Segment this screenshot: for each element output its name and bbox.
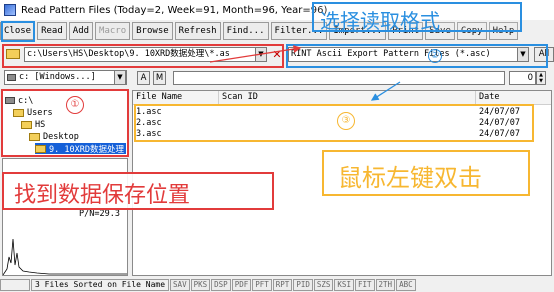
search-input[interactable] [173,71,505,85]
spin-buttons[interactable]: ▲ ▼ [536,71,546,85]
annotation-step-1: ① [66,96,84,114]
drive-select[interactable]: c: [Windows...] [4,70,127,85]
status-button-pid[interactable]: PID [293,279,313,291]
read-button[interactable]: Read [37,22,67,40]
annotation-step-2: ② [428,49,442,63]
number-input[interactable]: 0 [509,71,536,85]
annotation-text-find-location: 找到数据保存位置 [14,183,191,208]
macro-button[interactable]: Macro [95,22,131,40]
status-bar: 3 Files Sorted on File Name SAV PKS DSP … [0,279,554,292]
annotation-text-double-click: 鼠标左键双击 [338,164,482,192]
status-button-pdf[interactable]: PDF [231,279,252,291]
annotation-box-close [1,21,35,42]
status-button-pft[interactable]: PFT [252,279,272,291]
status-button-rpt[interactable]: RPT [272,279,293,291]
annotation-step-3: ③ [337,112,355,130]
status-spacer [0,279,30,291]
status-button-ksi[interactable]: KSI [334,279,354,291]
annotation-box-filter [286,44,548,68]
drive-dropdown-arrow-icon[interactable]: ▼ [114,70,126,85]
drive-icon [7,74,16,81]
annotation-box-tree [1,89,129,157]
status-button-fit[interactable]: FIT [354,279,375,291]
file-list-header: File Name Scan ID Date [133,91,551,105]
column-header-date[interactable]: Date [476,91,551,105]
window-title: Read Pattern Files (Today=2, Week=91, Mo… [21,4,328,16]
status-text: 3 Files Sorted on File Name [31,279,170,291]
add-button[interactable]: Add [68,22,94,40]
find-button[interactable]: Find... [222,22,269,40]
pn-label: P/N=29.3 [79,209,120,219]
column-header-file-name[interactable]: File Name [133,91,219,105]
browse-button[interactable]: Browse [132,22,173,40]
annotation-box-files [134,104,534,142]
column-header-scan-id[interactable]: Scan ID [219,91,476,105]
status-button-sav[interactable]: SAV [170,279,190,291]
app-icon [4,4,16,16]
m-button[interactable]: M [153,71,166,85]
drive-select-value: c: [Windows...] [19,72,96,82]
status-button-2th[interactable]: 2TH [375,279,396,291]
annotation-text-select-format: 选择读取格式 [320,9,440,33]
status-button-abc[interactable]: ABC [396,279,416,291]
a-button[interactable]: A [137,71,150,85]
annotation-box-path [2,44,284,68]
refresh-button[interactable]: Refresh [174,22,221,40]
status-button-szs[interactable]: SZS [313,279,334,291]
status-button-dsp[interactable]: DSP [211,279,231,291]
status-button-pks[interactable]: PKS [190,279,211,291]
